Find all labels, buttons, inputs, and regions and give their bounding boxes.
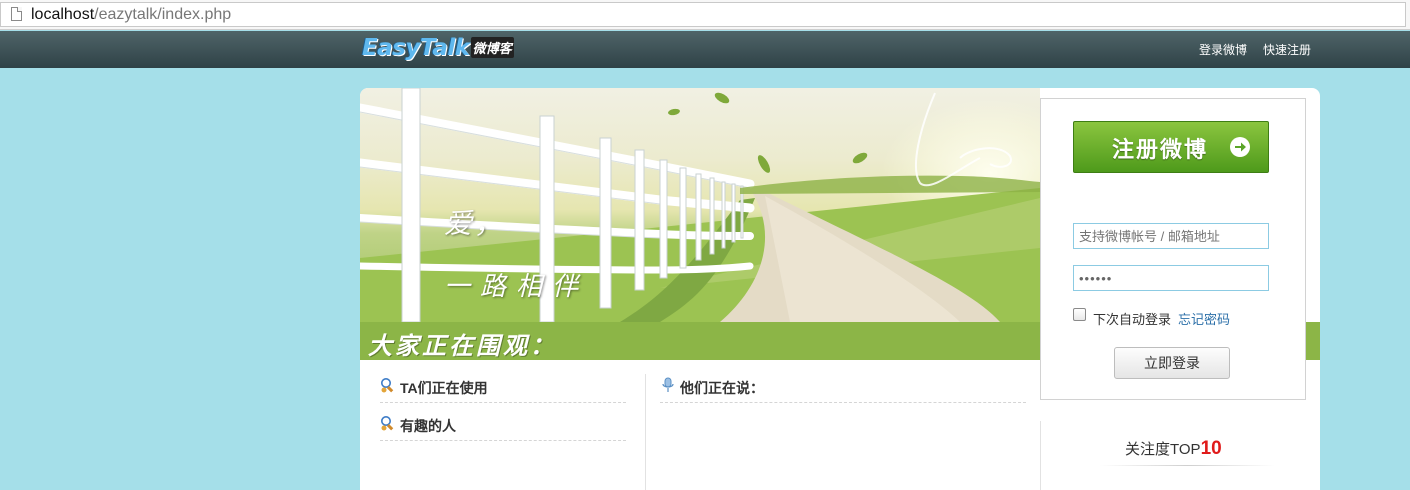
top-nav: EasyTalk 微博客 登录微博 快速注册 bbox=[0, 31, 1410, 68]
banner-image: 爱， 一路相伴 bbox=[360, 88, 1040, 322]
login-panel: 注册微博 下次自动登录 忘记密码 立即登录 bbox=[1040, 98, 1306, 400]
forgot-password-link[interactable]: 忘记密码 bbox=[1178, 309, 1230, 328]
quick-register-link[interactable]: 快速注册 bbox=[1263, 41, 1311, 58]
logo-subtext: 微博客 bbox=[470, 37, 514, 58]
main-container: 爱， 一路相伴 大家正在围观： TA们正在使用 有趣的人 他们正在说： 注册微博… bbox=[360, 88, 1320, 490]
username-input[interactable] bbox=[1073, 223, 1269, 249]
microphone-icon bbox=[662, 377, 674, 392]
banner-slogan-line1: 爱， bbox=[444, 207, 505, 240]
column-divider bbox=[645, 374, 646, 490]
search-people-icon bbox=[381, 378, 394, 393]
using-now-title: TA们正在使用 bbox=[400, 380, 488, 396]
site-logo[interactable]: EasyTalk 微博客 bbox=[362, 35, 514, 63]
url-field[interactable]: localhost/eazytalk/index.php bbox=[0, 2, 1406, 27]
top10-label: 关注度TOP bbox=[1125, 441, 1201, 458]
remember-me-label[interactable]: 下次自动登录 bbox=[1093, 309, 1171, 328]
url-text[interactable]: localhost/eazytalk/index.php bbox=[31, 5, 231, 25]
top10-underline bbox=[1100, 465, 1275, 466]
login-submit-button[interactable]: 立即登录 bbox=[1114, 347, 1230, 379]
top10-heading: 关注度TOP10 bbox=[1125, 438, 1222, 460]
password-input[interactable] bbox=[1073, 265, 1269, 291]
banner-slogan-line2: 一路相伴 bbox=[444, 272, 589, 302]
right-column-divider bbox=[1040, 421, 1041, 490]
list-item[interactable]: TA们正在使用 bbox=[380, 372, 626, 403]
top10-number: 10 bbox=[1200, 438, 1222, 459]
register-weibo-button[interactable]: 注册微博 bbox=[1073, 121, 1269, 173]
interesting-people-title: 有趣的人 bbox=[400, 418, 456, 434]
search-people-icon bbox=[381, 416, 394, 431]
middle-column: 他们正在说： bbox=[660, 372, 1026, 410]
register-button-label: 注册微博 bbox=[1112, 137, 1209, 162]
remember-me-checkbox[interactable] bbox=[1073, 308, 1086, 321]
left-column: TA们正在使用 有趣的人 bbox=[380, 372, 626, 448]
login-link[interactable]: 登录微博 bbox=[1199, 41, 1247, 58]
section-header: 他们正在说： bbox=[660, 372, 1026, 403]
url-host: localhost bbox=[31, 6, 95, 23]
page-icon bbox=[11, 7, 22, 21]
list-item[interactable]: 有趣的人 bbox=[380, 410, 626, 441]
url-path: /eazytalk/index.php bbox=[94, 6, 232, 23]
they-are-saying-title: 他们正在说： bbox=[680, 380, 764, 396]
section-bar-title: 大家正在围观： bbox=[368, 331, 557, 360]
logo-text: EasyTalk bbox=[362, 35, 470, 61]
browser-address-bar: localhost/eazytalk/index.php bbox=[0, 0, 1410, 30]
arrow-right-icon bbox=[1230, 137, 1250, 157]
